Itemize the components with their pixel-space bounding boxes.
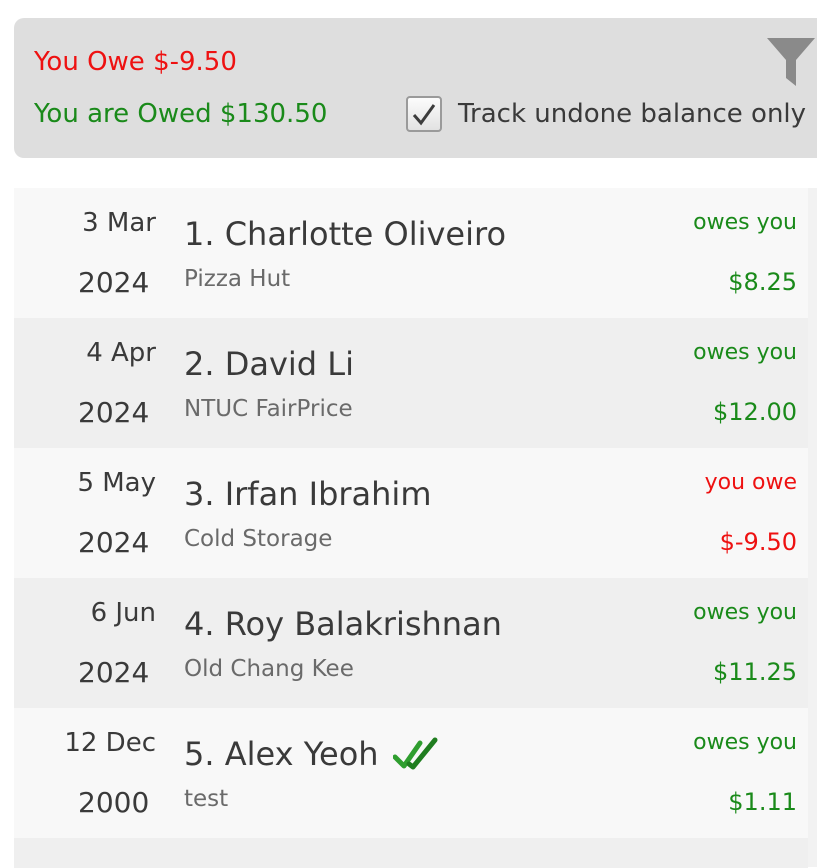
row-name-text: 3. Irfan Ibrahim — [184, 475, 432, 513]
transaction-row[interactable]: 3 Mar 2024 1. Charlotte Oliveiro Pizza H… — [14, 188, 808, 318]
row-amount: $1.11 — [728, 788, 797, 816]
transaction-row-partial[interactable] — [14, 838, 808, 868]
row-amount: $11.25 — [713, 658, 797, 686]
row-date: 4 Apr — [86, 338, 156, 368]
row-name-text: 4. Roy Balakrishnan — [184, 605, 502, 643]
row-person-name: 2. David Li — [184, 345, 354, 383]
row-person-name: 3. Irfan Ibrahim — [184, 475, 431, 513]
row-name-text: 5. Alex Yeoh — [184, 735, 379, 773]
row-year: 2024 — [78, 396, 150, 429]
row-person-name: 1. Charlotte Oliveiro — [184, 215, 506, 253]
row-person-name: 5. Alex Yeoh — [184, 735, 439, 773]
row-place: test — [184, 786, 229, 812]
row-date: 12 Dec — [64, 728, 156, 758]
row-year: 2024 — [78, 266, 150, 299]
filter-icon[interactable] — [767, 36, 815, 88]
row-place: NTUC FairPrice — [184, 396, 353, 422]
track-undone-checkbox[interactable] — [406, 96, 442, 132]
row-year: 2024 — [78, 656, 150, 689]
row-year: 2000 — [78, 786, 150, 819]
row-place: Pizza Hut — [184, 266, 291, 292]
track-undone-toggle[interactable]: Track undone balance only — [406, 96, 806, 132]
row-date: 5 May — [77, 468, 156, 498]
row-amount: $12.00 — [713, 398, 797, 426]
transaction-row[interactable]: 4 Apr 2024 2. David Li NTUC FairPrice ow… — [14, 318, 808, 448]
checkmark-icon — [412, 104, 436, 126]
row-date: 6 Jun — [90, 598, 156, 628]
row-year: 2024 — [78, 526, 150, 559]
row-status: owes you — [693, 340, 797, 365]
balance-summary-panel: You Owe $-9.50 You are Owed $130.50 Trac… — [14, 18, 817, 158]
row-place: Cold Storage — [184, 526, 333, 552]
row-status: you owe — [704, 470, 797, 495]
row-amount: $8.25 — [728, 268, 797, 296]
row-amount: $-9.50 — [719, 528, 797, 556]
row-person-name: 4. Roy Balakrishnan — [184, 605, 502, 643]
list-scrollbar[interactable] — [808, 188, 817, 867]
row-date: 3 Mar — [82, 208, 156, 238]
row-name-text: 1. Charlotte Oliveiro — [184, 215, 507, 253]
row-place: Old Chang Kee — [184, 656, 354, 682]
track-undone-label: Track undone balance only — [458, 99, 807, 129]
row-name-text: 2. David Li — [184, 345, 354, 383]
you-are-owed-total: You are Owed $130.50 — [34, 99, 328, 129]
row-status: owes you — [693, 730, 797, 755]
double-check-icon — [392, 737, 438, 770]
transaction-row[interactable]: 5 May 2024 3. Irfan Ibrahim Cold Storage… — [14, 448, 808, 578]
transaction-row[interactable]: 6 Jun 2024 4. Roy Balakrishnan Old Chang… — [14, 578, 808, 708]
transaction-row[interactable]: 12 Dec 2000 5. Alex Yeoh test owes you $… — [14, 708, 808, 838]
row-status: owes you — [693, 210, 797, 235]
you-owe-total: You Owe $-9.50 — [34, 47, 237, 77]
row-status: owes you — [693, 600, 797, 625]
transaction-list: 3 Mar 2024 1. Charlotte Oliveiro Pizza H… — [14, 188, 808, 868]
